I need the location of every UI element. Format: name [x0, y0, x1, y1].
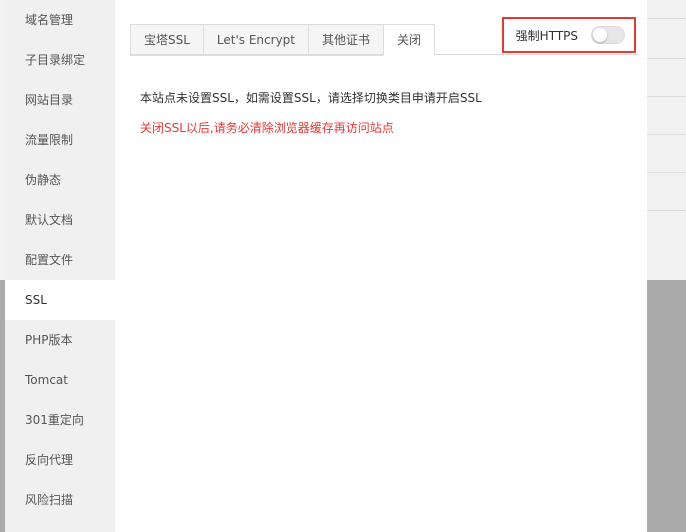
sidebar-item-rewrite[interactable]: 伪静态 — [5, 160, 115, 200]
ssl-info-text: 本站点未设置SSL，如需设置SSL，请选择切换类目申请开启SSL — [140, 91, 482, 105]
sidebar-item-ssl[interactable]: SSL — [5, 280, 115, 320]
force-https-highlight: 强制HTTPS — [502, 17, 636, 53]
site-settings-dialog: 域名管理 子目录绑定 网站目录 流量限制 伪静态 默认文档 配置文件 SSL P… — [5, 0, 647, 532]
sidebar-item-php-version[interactable]: PHP版本 — [5, 320, 115, 360]
sidebar-item-config-file[interactable]: 配置文件 — [5, 240, 115, 280]
tab-close[interactable]: 关闭 — [383, 24, 436, 56]
tab-other-cert[interactable]: 其他证书 — [308, 24, 385, 56]
sidebar-item-tomcat[interactable]: Tomcat — [5, 360, 115, 400]
force-https-label: 强制HTTPS — [515, 28, 578, 43]
ssl-panel: 宝塔SSL Let's Encrypt 其他证书 关闭 强制HTTPS 本站点未… — [115, 0, 647, 532]
ssl-warning-text: 关闭SSL以后,请务必清除浏览器缓存再访问站点 — [140, 121, 394, 135]
sidebar-item-subdir-binding[interactable]: 子目录绑定 — [5, 40, 115, 80]
toggle-knob-icon — [593, 28, 607, 42]
sidebar-item-site-directory[interactable]: 网站目录 — [5, 80, 115, 120]
sidebar-item-traffic-limit[interactable]: 流量限制 — [5, 120, 115, 160]
sidebar-item-domain[interactable]: 域名管理 — [5, 0, 115, 40]
sidebar-item-redirect[interactable]: 301重定向 — [5, 400, 115, 440]
settings-sidebar: 域名管理 子目录绑定 网站目录 流量限制 伪静态 默认文档 配置文件 SSL P… — [5, 0, 115, 532]
sidebar-item-default-doc[interactable]: 默认文档 — [5, 200, 115, 240]
tab-lets-encrypt[interactable]: Let's Encrypt — [202, 24, 309, 56]
ssl-tabs: 宝塔SSL Let's Encrypt 其他证书 关闭 — [130, 24, 436, 56]
force-https-toggle[interactable] — [591, 26, 625, 44]
sidebar-item-reverse-proxy[interactable]: 反向代理 — [5, 440, 115, 480]
sidebar-item-risk-scan[interactable]: 风险扫描 — [5, 480, 115, 520]
tab-bt-ssl[interactable]: 宝塔SSL — [130, 24, 204, 56]
